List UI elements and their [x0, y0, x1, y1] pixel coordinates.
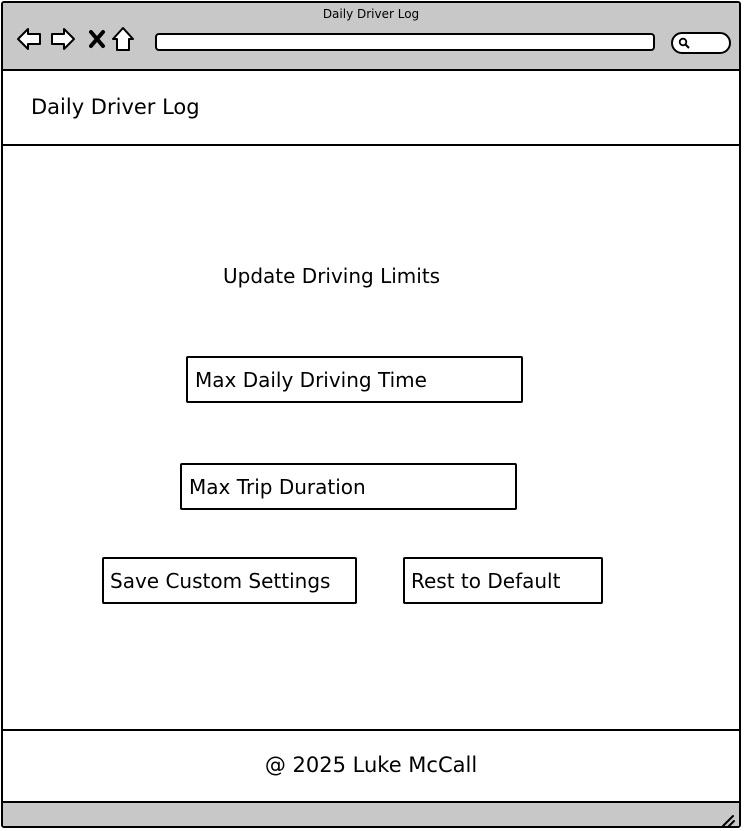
main-content: Update Driving Limits Save Custom Settin…: [3, 146, 739, 729]
browser-window: Daily Driver Log Daily Driver Log Update…: [1, 1, 741, 828]
browser-search-field[interactable]: [671, 32, 731, 54]
max-trip-duration-input[interactable]: [180, 463, 517, 510]
nav-controls: [15, 25, 137, 53]
home-icon[interactable]: [109, 25, 137, 53]
reset-to-default-button[interactable]: Rest to Default: [403, 557, 603, 604]
back-arrow-icon[interactable]: [15, 25, 43, 53]
copyright-text: @ 2025 Luke McCall: [264, 753, 478, 777]
resize-grip-icon[interactable]: [719, 812, 735, 828]
close-icon[interactable]: [83, 25, 105, 53]
page-heading: Update Driving Limits: [223, 264, 441, 288]
window-title: Daily Driver Log: [322, 7, 420, 21]
max-daily-driving-time-input[interactable]: [186, 356, 523, 403]
search-icon: [678, 37, 690, 49]
status-bar: [3, 803, 739, 828]
app-title: Daily Driver Log: [31, 95, 200, 119]
app-header: Daily Driver Log: [3, 71, 739, 146]
forward-arrow-icon[interactable]: [49, 25, 77, 53]
browser-chrome: Daily Driver Log: [3, 3, 739, 71]
save-custom-settings-button[interactable]: Save Custom Settings: [102, 557, 357, 604]
address-bar[interactable]: [155, 33, 655, 51]
app-footer: @ 2025 Luke McCall: [3, 729, 739, 803]
